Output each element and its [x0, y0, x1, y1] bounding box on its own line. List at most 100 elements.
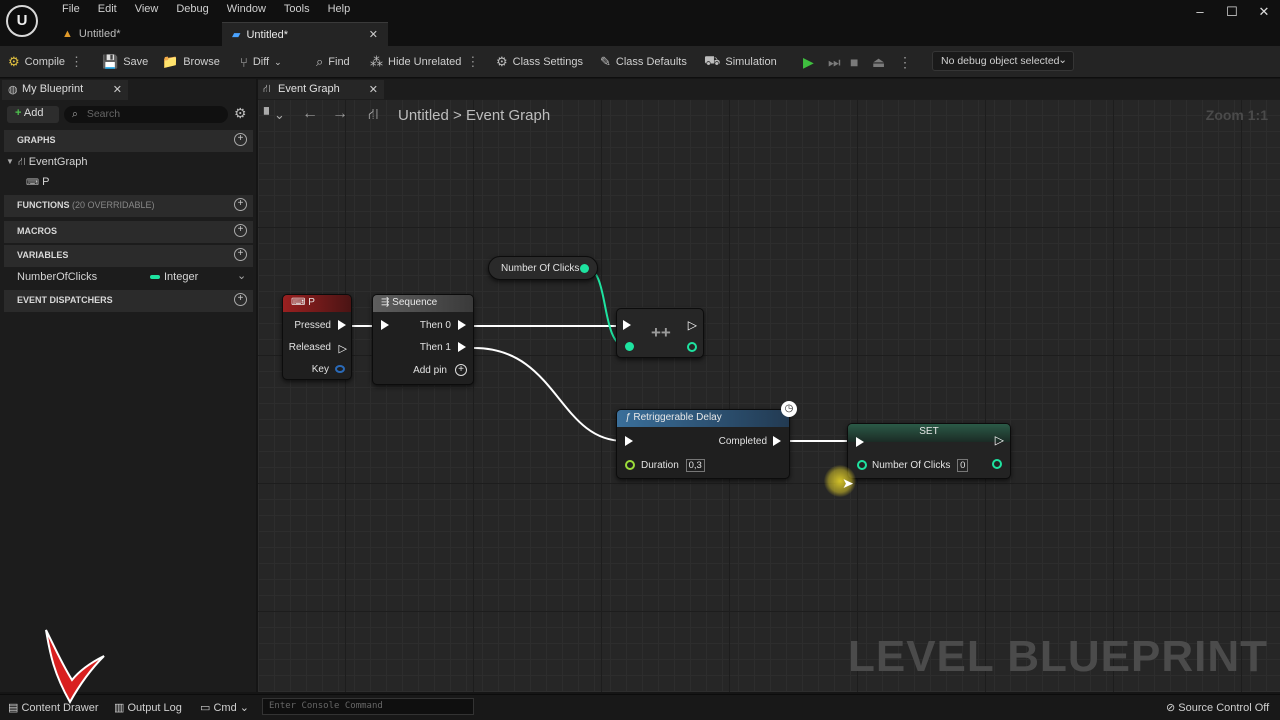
- retriggerable-delay-node[interactable]: ƒ Retriggerable Delay ◷ Completed Durati…: [616, 401, 797, 479]
- variable-row[interactable]: NumberOfClicks Integer ⌄: [4, 268, 253, 286]
- duration-label-text: Duration: [641, 460, 679, 471]
- add-pin-label[interactable]: Add pin: [413, 365, 447, 376]
- class-defaults-button[interactable]: ✎ Class Defaults: [600, 46, 687, 78]
- browse-label: Browse: [183, 56, 220, 68]
- menu-tools[interactable]: Tools: [275, 3, 319, 15]
- event-graph-tab-label: Event Graph: [278, 83, 340, 95]
- simulation-button[interactable]: ⛟ Simulation: [704, 46, 777, 78]
- console-command-input[interactable]: Enter Console Command: [262, 698, 474, 715]
- class-settings-button[interactable]: ⚙ Class Settings: [496, 46, 583, 78]
- getter-integer-pin[interactable]: [580, 264, 589, 273]
- functions-count: (20 OVERRIDABLE): [72, 200, 155, 210]
- increment-integer-out-pin[interactable]: [687, 342, 697, 352]
- event-dispatchers-section[interactable]: EVENT DISPATCHERS +: [4, 290, 253, 312]
- sequence-node[interactable]: ⇶ Sequence Then 0 Then 1 Add pin +: [372, 294, 474, 385]
- level-icon: ▲: [62, 28, 73, 40]
- event-graph-tab[interactable]: ⛙ Event Graph ✕: [258, 80, 384, 99]
- increment-exec-out-pin[interactable]: ▷: [688, 318, 697, 332]
- doc-tab-blueprint[interactable]: ▰ Untitled* ✕: [222, 22, 388, 46]
- hide-unrelated-button[interactable]: ⁂ Hide Unrelated ⋮: [370, 46, 479, 78]
- stop-icon[interactable]: ■: [850, 54, 858, 70]
- delay-exec-in-pin[interactable]: [625, 436, 633, 446]
- browse-button[interactable]: 📁 Browse: [162, 46, 220, 78]
- add-function-icon[interactable]: +: [234, 198, 247, 211]
- functions-section[interactable]: FUNCTIONS (20 OVERRIDABLE) +: [4, 195, 253, 217]
- source-control-button[interactable]: ⊘ Source Control Off: [1166, 701, 1269, 714]
- gear-icon[interactable]: ⚙: [234, 105, 247, 122]
- set-exec-out-pin[interactable]: ▷: [995, 433, 1004, 447]
- menu-file[interactable]: File: [53, 3, 89, 15]
- browse-icon: 📁: [162, 54, 179, 69]
- add-button[interactable]: + Add: [7, 106, 59, 123]
- unreal-logo[interactable]: U: [6, 5, 38, 37]
- cmd-button[interactable]: ▭ Cmd ⌄: [200, 701, 249, 714]
- menu-help[interactable]: Help: [319, 3, 360, 15]
- event-graph-item[interactable]: ⛙ EventGraph: [18, 156, 88, 170]
- variable-name: NumberOfClicks: [17, 271, 98, 283]
- released-exec-pin[interactable]: ▷: [339, 342, 347, 355]
- maximize-icon[interactable]: ☐: [1222, 4, 1242, 20]
- cmd-label: Cmd: [213, 702, 237, 714]
- set-node[interactable]: SET ▷ Number Of Clicks 0: [847, 423, 1011, 479]
- key-struct-pin[interactable]: [335, 365, 345, 373]
- menu-debug[interactable]: Debug: [167, 3, 217, 15]
- close-tab-icon[interactable]: ✕: [369, 83, 378, 96]
- blueprint-graph[interactable]: ▘⌄ ← → ⛙ Untitled > Event Graph Zoom 1:1…: [258, 99, 1280, 692]
- blueprint-icon: ▰: [232, 29, 241, 41]
- minimize-icon[interactable]: –: [1190, 4, 1210, 19]
- hide-unrelated-options-icon[interactable]: ⋮: [466, 54, 479, 70]
- play-options-icon[interactable]: ⋮: [898, 54, 912, 71]
- expand-arrow-icon[interactable]: ▼: [6, 157, 14, 166]
- chevron-down-icon[interactable]: ⌄: [237, 269, 246, 282]
- macros-section[interactable]: MACROS +: [4, 221, 253, 243]
- duration-float-pin[interactable]: [625, 460, 635, 470]
- save-button[interactable]: 💾 Save: [102, 46, 148, 78]
- play-icon[interactable]: ▶: [803, 54, 814, 71]
- close-tab-icon[interactable]: ✕: [113, 83, 122, 96]
- blueprint-tab-icon: ◍: [8, 84, 18, 96]
- increment-exec-in-pin[interactable]: [623, 320, 631, 330]
- my-blueprint-tab[interactable]: ◍ My Blueprint ✕: [2, 80, 128, 100]
- gear-icon: ⚙: [496, 54, 508, 69]
- graph-child-item[interactable]: ⌨ P: [26, 176, 49, 188]
- set-integer-out-pin[interactable]: [992, 459, 1002, 469]
- then0-exec-pin[interactable]: [458, 320, 466, 330]
- set-value-field[interactable]: 0: [957, 459, 969, 472]
- chevron-down-icon: ⌄: [239, 702, 249, 714]
- add-dispatcher-icon[interactable]: +: [234, 293, 247, 306]
- compile-options-icon[interactable]: ⋮: [70, 54, 83, 70]
- add-pin-icon[interactable]: +: [455, 364, 467, 376]
- search-input[interactable]: ⌕ Search: [64, 106, 228, 123]
- variables-section[interactable]: VARIABLES +: [4, 245, 253, 267]
- then1-exec-pin[interactable]: [458, 342, 466, 352]
- find-button[interactable]: ⌕ Find: [316, 46, 350, 78]
- duration-field[interactable]: 0,3: [685, 459, 705, 472]
- set-integer-in-pin[interactable]: [857, 460, 867, 470]
- sequence-exec-in-pin[interactable]: [381, 320, 389, 330]
- graphs-section[interactable]: GRAPHS +: [4, 130, 253, 152]
- increment-integer-in-pin[interactable]: [625, 342, 634, 351]
- key-event-node[interactable]: ⌨ P Pressed Released ▷ Key: [282, 294, 352, 380]
- eject-icon[interactable]: ⏏: [872, 54, 885, 71]
- add-graph-icon[interactable]: +: [234, 133, 247, 146]
- increment-node[interactable]: ++ ▷: [616, 308, 704, 358]
- compile-button[interactable]: ⚙ Compile ⋮: [8, 46, 83, 78]
- add-variable-icon[interactable]: +: [234, 248, 247, 261]
- menu-window[interactable]: Window: [218, 3, 275, 15]
- add-macro-icon[interactable]: +: [234, 224, 247, 237]
- completed-exec-pin[interactable]: [773, 436, 781, 446]
- menu-edit[interactable]: Edit: [89, 3, 126, 15]
- menu-view[interactable]: View: [126, 3, 168, 15]
- debug-object-select[interactable]: No debug object selected ⌄: [932, 51, 1074, 71]
- close-window-icon[interactable]: ✕: [1254, 4, 1274, 20]
- step-icon[interactable]: ⏭: [828, 54, 841, 71]
- close-tab-icon[interactable]: ✕: [369, 28, 378, 41]
- number-of-clicks-getter-node[interactable]: Number Of Clicks: [488, 256, 598, 280]
- retriggerable-delay-title: Retriggerable Delay: [633, 412, 722, 423]
- doc-tab-level[interactable]: ▲ Untitled*: [52, 22, 220, 46]
- diff-button[interactable]: ⑂ Diff ⌄: [240, 46, 282, 78]
- set-exec-in-pin[interactable]: [856, 437, 864, 447]
- pressed-exec-pin[interactable]: [338, 320, 346, 330]
- save-label: Save: [123, 56, 149, 68]
- output-log-button[interactable]: ▥ Output Log: [114, 701, 182, 714]
